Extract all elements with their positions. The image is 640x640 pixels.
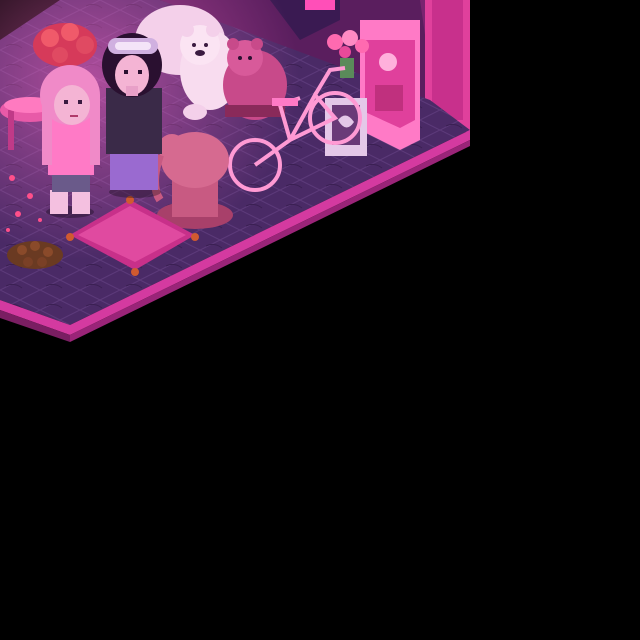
picture-frame[interactable] bbox=[325, 98, 367, 156]
arcade-cabinet[interactable] bbox=[360, 20, 420, 150]
game-viewport[interactable] bbox=[0, 0, 640, 640]
pinecone-pile[interactable] bbox=[7, 241, 63, 269]
room-scene[interactable] bbox=[0, 0, 640, 640]
avatar-dark-hair[interactable] bbox=[102, 33, 162, 198]
rose-pile[interactable] bbox=[33, 23, 97, 67]
cabinet-knob-icon bbox=[379, 53, 397, 71]
